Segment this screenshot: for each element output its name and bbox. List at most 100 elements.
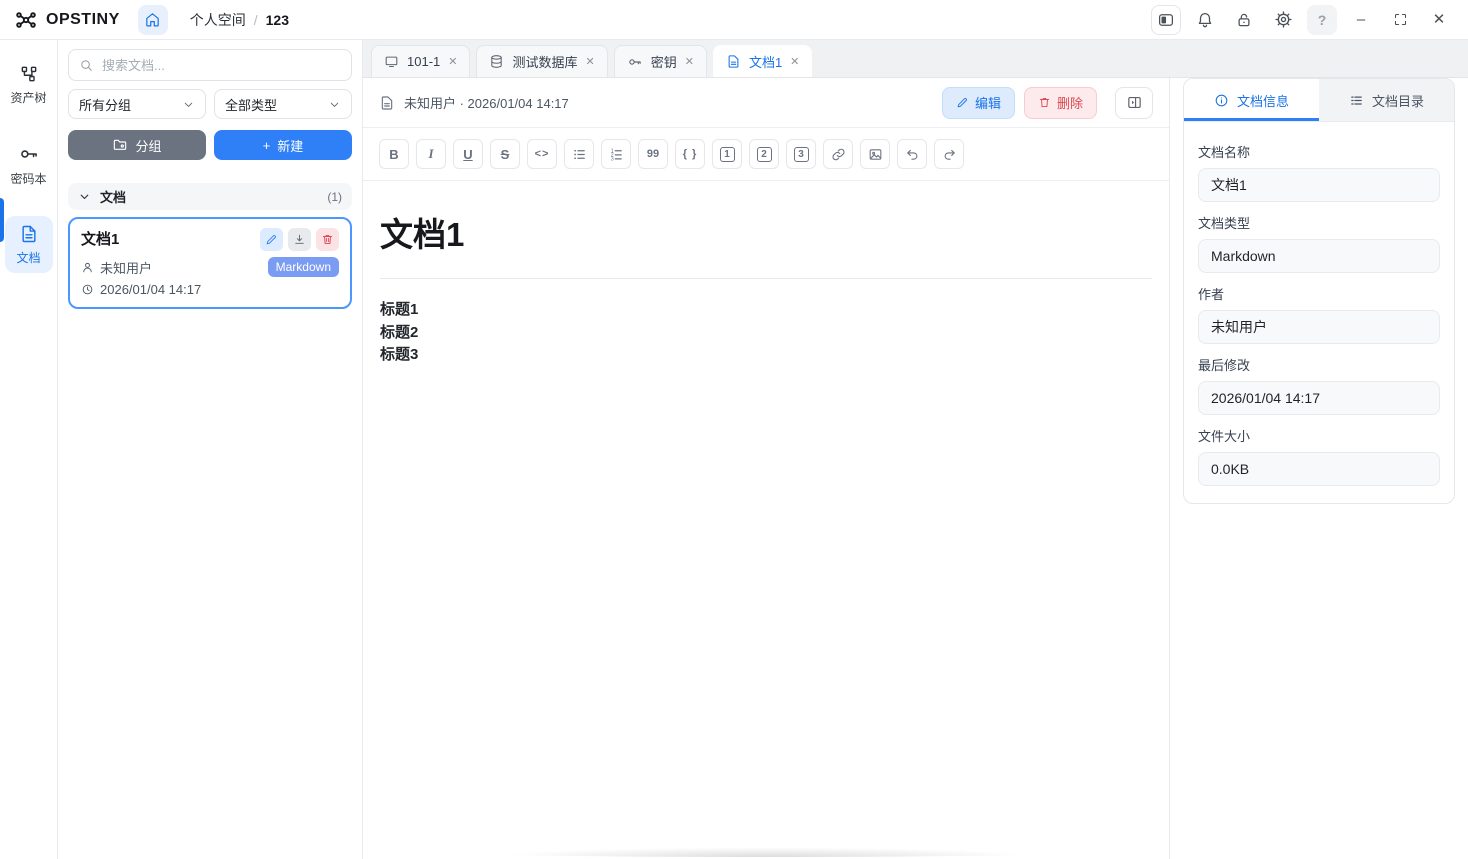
bold-button[interactable]: B [379,139,409,169]
home-button[interactable] [137,4,168,35]
info-panel-area: 文档信息 文档目录 文档名称 文档1 文档类型 Markdown 作者 未知用户… [1170,78,1468,859]
field-file-size[interactable]: 0.0KB [1198,452,1440,486]
bullet-list-button[interactable] [564,139,594,169]
plus-icon: + [262,137,271,153]
folder-settings-icon [114,139,127,150]
ordered-list-button[interactable]: 1 2 3 [601,139,631,169]
field-doc-name[interactable]: 文档1 [1198,168,1440,202]
group-button[interactable]: 分组 [68,130,206,160]
breadcrumb-current: 123 [265,11,289,28]
rail-item-asset-tree[interactable]: 资产树 [5,56,53,113]
info-panel-tabs: 文档信息 文档目录 [1184,79,1454,122]
document-actions: 编辑 删除 [941,86,1153,119]
heading-1-icon: 1 [719,146,735,162]
type-filter-value: 全部类型 [225,97,278,113]
card-edit-button[interactable] [260,228,283,251]
tab-secret-key[interactable]: 密钥 ✕ [613,45,707,77]
heading-1-button[interactable]: 1 [712,139,742,169]
breadcrumb-separator: / [253,11,258,28]
field-label-doc-name: 文档名称 [1198,145,1251,160]
strikethrough-button[interactable]: S [490,139,520,169]
close-button[interactable]: ✕ [1424,5,1454,35]
markdown-badge: Markdown [267,257,339,277]
tab-close-icon[interactable]: ✕ [448,55,457,68]
undo-icon [906,149,917,160]
italic-button[interactable]: I [416,139,446,169]
blockquote-button[interactable]: 99 [638,139,668,169]
insert-link-button[interactable] [823,139,853,169]
rail-item-documents[interactable]: 文档 [4,216,53,273]
delete-button[interactable]: 删除 [1023,86,1097,119]
gear-icon [1274,11,1292,28]
chevron-down-icon [80,194,89,199]
card-download-button[interactable] [288,228,311,251]
breadcrumb: 个人空间 / 123 [190,10,289,30]
document-editor[interactable]: 文档1 标题1 标题2 标题3 [363,181,1169,859]
document-icon [21,225,36,243]
tab-document-info[interactable]: 文档信息 [1184,79,1319,121]
maximize-button[interactable] [1385,5,1415,35]
monitor-icon [385,56,398,68]
document-card[interactable]: 文档1 未知用户 Markdown 2026/01/04 14:17 [68,217,352,309]
settings-button[interactable] [1268,5,1298,35]
heading-3-button[interactable]: 3 [786,139,816,169]
heading-2-icon: 2 [756,146,772,162]
card-delete-button[interactable] [316,228,339,251]
notifications-button[interactable] [1190,5,1220,35]
tab-close-icon[interactable]: ✕ [685,55,694,68]
insert-image-button[interactable] [860,139,890,169]
type-filter-select[interactable]: 全部类型 [214,89,352,119]
card-row-title: 文档1 [81,228,339,251]
key-icon [20,150,37,158]
redo-button[interactable] [934,139,964,169]
section-count: (1) [327,189,342,204]
tab-close-icon[interactable]: ✕ [790,55,799,68]
bell-icon [1198,12,1212,27]
trash-icon [322,234,333,245]
group-filter-select[interactable]: 所有分组 [68,89,206,119]
topbar: OPSTINY 个人空间 / 123 ? – ✕ [0,0,1468,40]
undo-button[interactable] [897,139,927,169]
underline-button[interactable]: U [453,139,483,169]
heading-2-button[interactable]: 2 [749,139,779,169]
bullet-list-icon [573,149,585,159]
lock-button[interactable] [1229,5,1259,35]
maximize-icon [1394,13,1406,26]
help-button[interactable]: ? [1307,4,1337,35]
tab-close-icon[interactable]: ✕ [585,55,594,68]
minimize-button[interactable]: – [1346,5,1376,35]
app-window: OPSTINY 个人空间 / 123 ? – ✕ 资产树 密码本 文档 搜索文档… [0,0,1468,859]
field-last-modified[interactable]: 2026/01/04 14:17 [1198,381,1440,415]
side-panel-toggle-button[interactable] [1115,86,1153,119]
rail-item-label: 文档 [16,251,41,265]
heading-3-icon: 3 [793,146,809,162]
tab-document1[interactable]: 文档1 ✕ [712,45,813,77]
documents-section-header[interactable]: 文档 (1) [68,183,352,210]
new-document-button[interactable]: + 新建 [214,130,352,160]
field-doc-type[interactable]: Markdown [1198,239,1440,273]
chevron-down-icon [184,102,193,107]
rail-item-password-book[interactable]: 密码本 [5,135,53,194]
breadcrumb-root[interactable]: 个人空间 [190,10,246,30]
field-author[interactable]: 未知用户 [1198,310,1440,344]
edit-button[interactable]: 编辑 [941,86,1015,119]
search-input[interactable] [102,57,341,73]
tab-test-database[interactable]: 测试数据库 ✕ [476,45,608,77]
brand: OPSTINY [14,8,120,32]
card-time: 2026/01/04 14:17 [100,282,202,297]
tab-101-1[interactable]: 101-1 ✕ [371,45,471,77]
document-line: 标题2 [380,323,419,341]
inline-code-button[interactable]: <> [527,139,557,169]
database-icon [491,55,503,68]
info-panel: 文档信息 文档目录 文档名称 文档1 文档类型 Markdown 作者 未知用户… [1183,78,1455,504]
rail-item-label: 资产树 [10,91,47,105]
section-title: 文档 [100,190,127,205]
svg-text:3: 3 [610,156,613,162]
tab-document-toc[interactable]: 文档目录 [1319,79,1454,121]
panel-toggle-button[interactable] [1151,4,1181,35]
panel-toggle-icon [1158,13,1174,26]
nav-rail: 资产树 密码本 文档 [0,40,58,859]
document-icon [728,55,739,68]
code-block-button[interactable]: { } [675,139,705,169]
download-icon [295,234,304,244]
